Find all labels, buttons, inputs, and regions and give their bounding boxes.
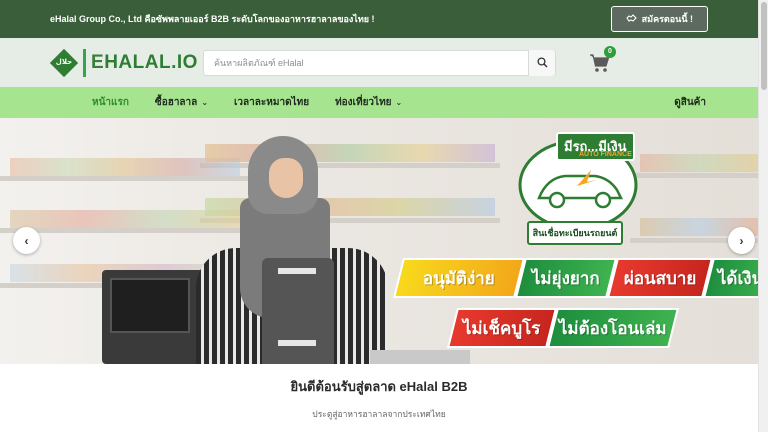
main-nav: หน้าแรก ซื้อฮาลาล ⌄ เวลาละหมาดไทย ท่องเท… bbox=[0, 87, 758, 118]
nav-buy-halal[interactable]: ซื้อฮาลาล ⌄ bbox=[155, 95, 208, 110]
nav-view-products[interactable]: ดูสินค้า bbox=[674, 87, 706, 118]
search-icon bbox=[536, 57, 547, 68]
promo-no-transfer-text: ไม่ต้องโอนเล่ม bbox=[559, 318, 667, 338]
welcome-section: ยินดีต้อนรับสู่ตลาด eHalal B2B ประตูสู่อ… bbox=[0, 364, 758, 432]
promo-easy-approval: อนุมัติง่าย bbox=[393, 258, 525, 298]
nav-prayer-times-label: เวลาละหมาดไทย bbox=[234, 97, 310, 108]
carousel-next-button[interactable]: › bbox=[728, 227, 755, 254]
search-input[interactable] bbox=[204, 50, 528, 75]
cash-register-image bbox=[102, 270, 210, 364]
logo-rest: HALAL.IO bbox=[104, 51, 198, 73]
car-title-loan-label: สินเชื่อทะเบียนรถยนต์ bbox=[527, 221, 623, 245]
signup-label: สมัครตอนนี้ ! bbox=[641, 14, 693, 24]
ehalal-logo[interactable]: حلال EHALAL.IO bbox=[49, 48, 203, 77]
promo-no-transfer: ไม่ต้องโอนเล่ม bbox=[547, 308, 679, 348]
chevron-down-icon: ⌄ bbox=[201, 98, 209, 107]
page: eHalal Group Co., Ltd คือซัพพลายเออร์ B2… bbox=[0, 0, 758, 432]
search-bar bbox=[203, 49, 556, 76]
welcome-title: ยินดีต้อนรับสู่ตลาด eHalal B2B bbox=[290, 379, 468, 394]
promo-easy-installment: ผ่อนสบาย bbox=[607, 258, 713, 298]
vertical-scrollbar[interactable] bbox=[758, 0, 768, 432]
nav-home[interactable]: หน้าแรก bbox=[92, 95, 129, 110]
cart-count-badge: 0 bbox=[604, 45, 616, 58]
promo-no-credit-check-text: ไม่เช็คบูโร bbox=[463, 318, 541, 338]
chevron-left-icon: ‹ bbox=[24, 233, 29, 248]
scrollbar-thumb[interactable] bbox=[761, 2, 767, 90]
logo-e: E bbox=[91, 51, 105, 73]
search-button[interactable] bbox=[528, 49, 555, 76]
auto-finance-subtitle: AUTO FINANCE bbox=[579, 151, 632, 158]
nav-buy-halal-label: ซื้อฮาลาล bbox=[154, 97, 198, 108]
promo-fast-money: ได้เงินไว bbox=[703, 258, 758, 298]
promo-easy-installment-text: ผ่อนสบาย bbox=[623, 268, 697, 288]
logo-divider bbox=[83, 48, 86, 77]
promo-fast-money-text: ได้เงินไว bbox=[718, 268, 758, 288]
promo-no-credit-check: ไม่เช็คบูโร bbox=[447, 308, 557, 348]
announcement-text: eHalal Group Co., Ltd คือซัพพลายเออร์ B2… bbox=[50, 14, 375, 24]
cart-button[interactable]: 0 bbox=[589, 45, 616, 74]
site-header: حلال EHALAL.IO 0 bbox=[0, 38, 758, 87]
chevron-right-icon: › bbox=[739, 233, 744, 248]
nav-prayer-times[interactable]: เวลาละหมาดไทย bbox=[234, 95, 309, 110]
chevron-down-icon: ⌄ bbox=[395, 98, 403, 107]
promo-not-complicated: ไม่ยุ่งยาก bbox=[515, 258, 617, 298]
nav-travel-label: ท่องเที่ยวไทย bbox=[335, 97, 392, 108]
logo-wordmark: EHALAL.IO bbox=[91, 52, 198, 74]
handshake-icon bbox=[625, 13, 637, 25]
hero-carousel: มีรถ...มีเงิน AUTO FINANCE สินเชื่อทะเบี… bbox=[0, 118, 758, 364]
signup-button[interactable]: สมัครตอนนี้ ! bbox=[610, 6, 708, 32]
top-bar: eHalal Group Co., Ltd คือซัพพลายเออร์ B2… bbox=[0, 0, 758, 38]
welcome-subtitle: ประตูสู่อาหารฮาลาลจากประเทศไทย bbox=[312, 409, 446, 419]
nav-travel-thailand[interactable]: ท่องเที่ยวไทย ⌄ bbox=[335, 95, 402, 110]
promo-not-complicated-text: ไม่ยุ่งยาก bbox=[532, 268, 600, 288]
nav-home-label: หน้าแรก bbox=[92, 97, 129, 108]
carousel-prev-button[interactable]: ‹ bbox=[13, 227, 40, 254]
halal-badge-icon: حلال bbox=[49, 48, 79, 77]
promo-easy-approval-text: อนุมัติง่าย bbox=[423, 268, 495, 288]
halal-badge-text: حلال bbox=[55, 58, 73, 66]
